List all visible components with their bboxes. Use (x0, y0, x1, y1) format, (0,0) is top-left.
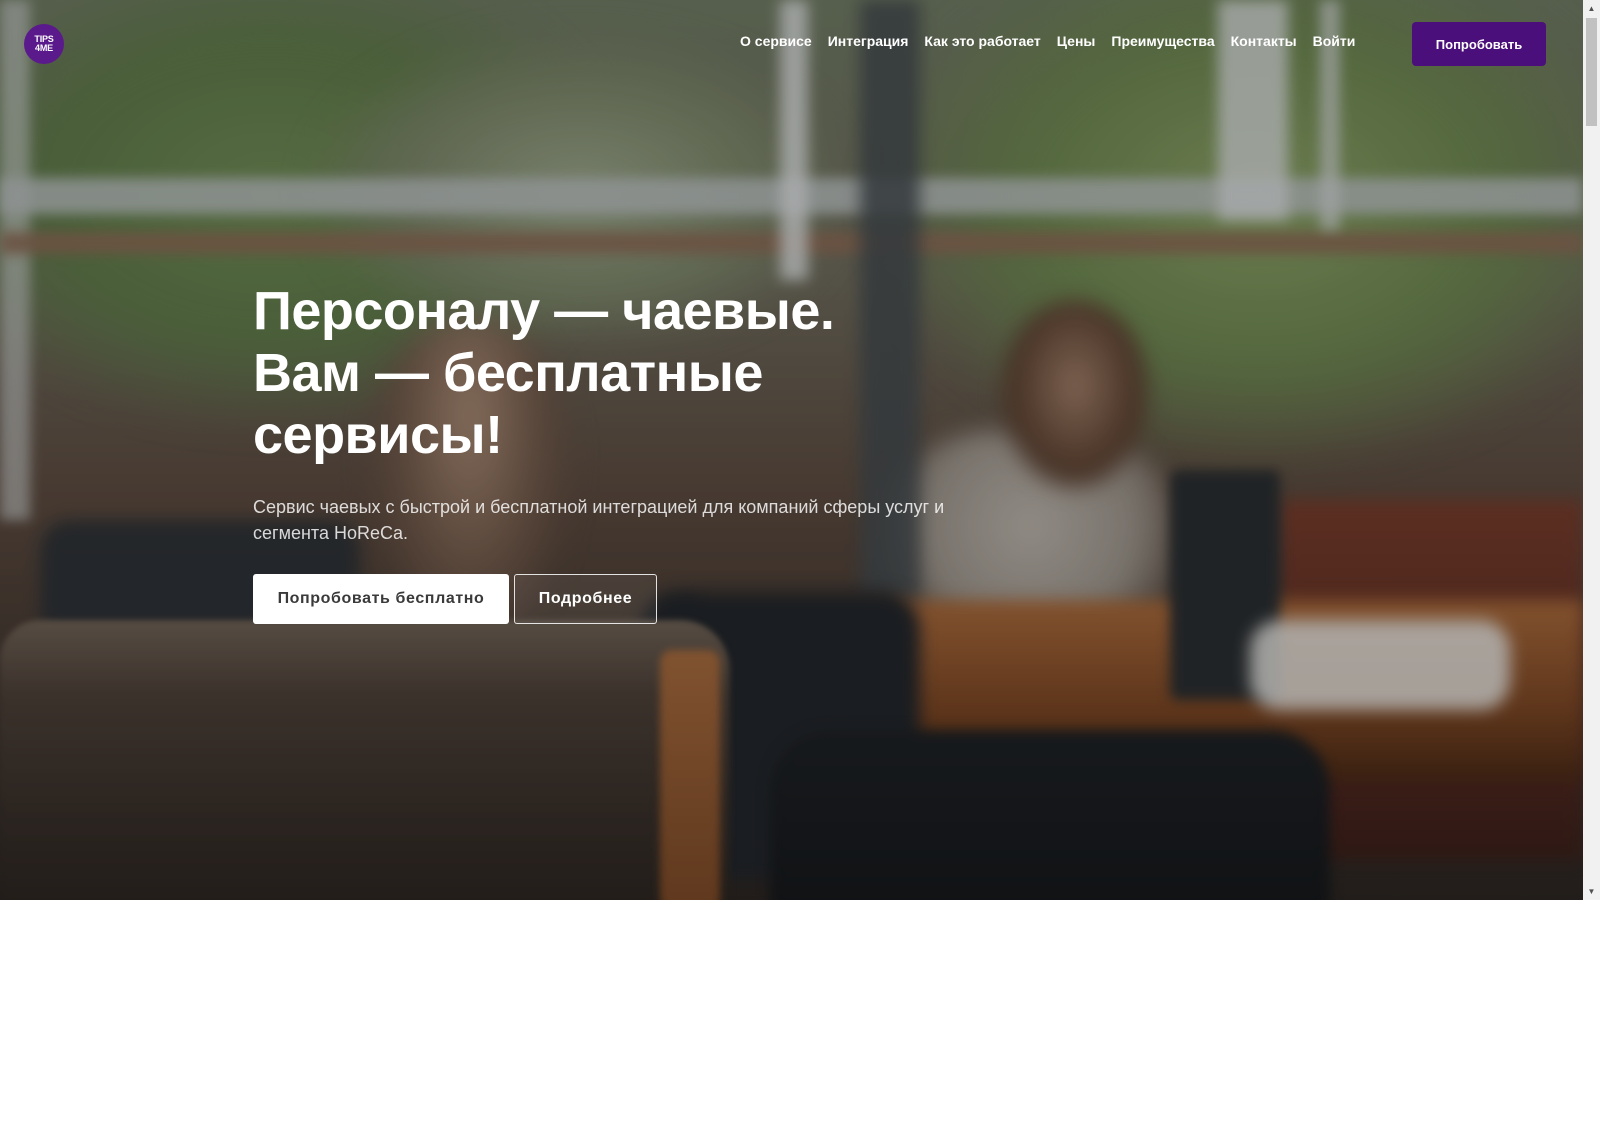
headline-line-1: Персоналу — чаевые. (253, 281, 835, 341)
nav-item-prices[interactable]: Цены (1057, 33, 1096, 49)
nav-item-advantages[interactable]: Преимущества (1111, 33, 1214, 49)
scrollbar-thumb[interactable] (1586, 18, 1597, 126)
triangle-down-icon[interactable]: ▼ (1583, 883, 1600, 900)
try-button[interactable]: Попробовать (1412, 22, 1546, 66)
more-details-button[interactable]: Подробнее (514, 574, 657, 624)
page-scrollbar[interactable]: ▲ ▼ (1583, 0, 1600, 900)
logo-text-bottom: 4ME (35, 43, 53, 53)
hero-content: Персоналу — чаевые. Вам — бесплатные сер… (253, 280, 1013, 624)
hero-section: TIPS 4ME О сервисе Интеграция Как это ра… (0, 0, 1583, 900)
nav-item-contacts[interactable]: Контакты (1231, 33, 1297, 49)
nav-item-about[interactable]: О сервисе (740, 33, 812, 49)
headline-line-2: Вам — бесплатные (253, 343, 763, 403)
hero-headline: Персоналу — чаевые. Вам — бесплатные сер… (253, 280, 1013, 466)
try-free-button[interactable]: Попробовать бесплатно (253, 574, 509, 624)
hero-subtitle: Сервис чаевых с быстрой и бесплатной инт… (253, 497, 945, 543)
nav-menu: О сервисе Интеграция Как это работает Це… (740, 33, 1371, 49)
top-navigation: TIPS 4ME О сервисе Интеграция Как это ра… (0, 0, 1583, 88)
headline-line-3: сервисы! (253, 405, 503, 465)
nav-item-how-it-works[interactable]: Как это работает (924, 33, 1040, 49)
nav-item-login[interactable]: Войти (1313, 33, 1356, 49)
triangle-up-icon[interactable]: ▲ (1583, 0, 1600, 17)
tips4me-logo[interactable]: TIPS 4ME (24, 24, 64, 64)
nav-item-integration[interactable]: Интеграция (828, 33, 909, 49)
hero-buttons: Попробовать бесплатно Подробнее (253, 574, 1013, 624)
